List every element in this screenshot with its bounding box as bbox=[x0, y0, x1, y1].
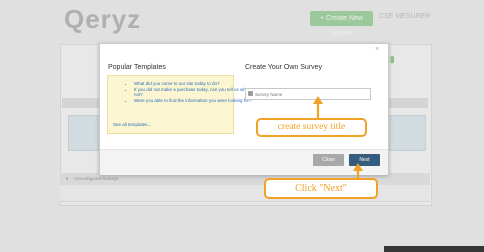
close-button[interactable]: Close bbox=[313, 154, 344, 166]
click-next-callout: Click "Next" bbox=[264, 178, 378, 199]
see-all-templates-link[interactable]: See all templates... bbox=[113, 122, 151, 127]
template-list: What did you come to our site today to d… bbox=[108, 81, 252, 103]
template-item[interactable]: Were you able to find the information yo… bbox=[134, 98, 252, 103]
template-item[interactable]: If you did not make a purchase today, ca… bbox=[134, 87, 252, 97]
create-title-callout: create survey title bbox=[256, 118, 367, 137]
popular-templates-box: What did you come to our site today to d… bbox=[107, 75, 251, 134]
modal-footer bbox=[100, 149, 388, 175]
template-item-label[interactable]: What did you come to our site today to d… bbox=[134, 81, 220, 86]
create-survey-modal: × Popular Templates What did you come to… bbox=[99, 43, 389, 175]
popular-templates-title: Popular Templates bbox=[108, 64, 166, 71]
template-item-label[interactable]: Were you able to find the information yo… bbox=[134, 98, 251, 103]
close-icon[interactable]: × bbox=[375, 46, 379, 53]
survey-name-input[interactable] bbox=[255, 89, 365, 99]
create-own-survey-title: Create Your Own Survey bbox=[245, 64, 323, 71]
template-item[interactable]: What did you come to our site today to d… bbox=[134, 81, 252, 86]
next-button[interactable]: Next bbox=[349, 154, 380, 166]
template-item-label[interactable]: If you did not make a purchase today, ca… bbox=[134, 87, 248, 97]
survey-name-field[interactable] bbox=[245, 88, 371, 100]
field-icon bbox=[248, 91, 253, 96]
